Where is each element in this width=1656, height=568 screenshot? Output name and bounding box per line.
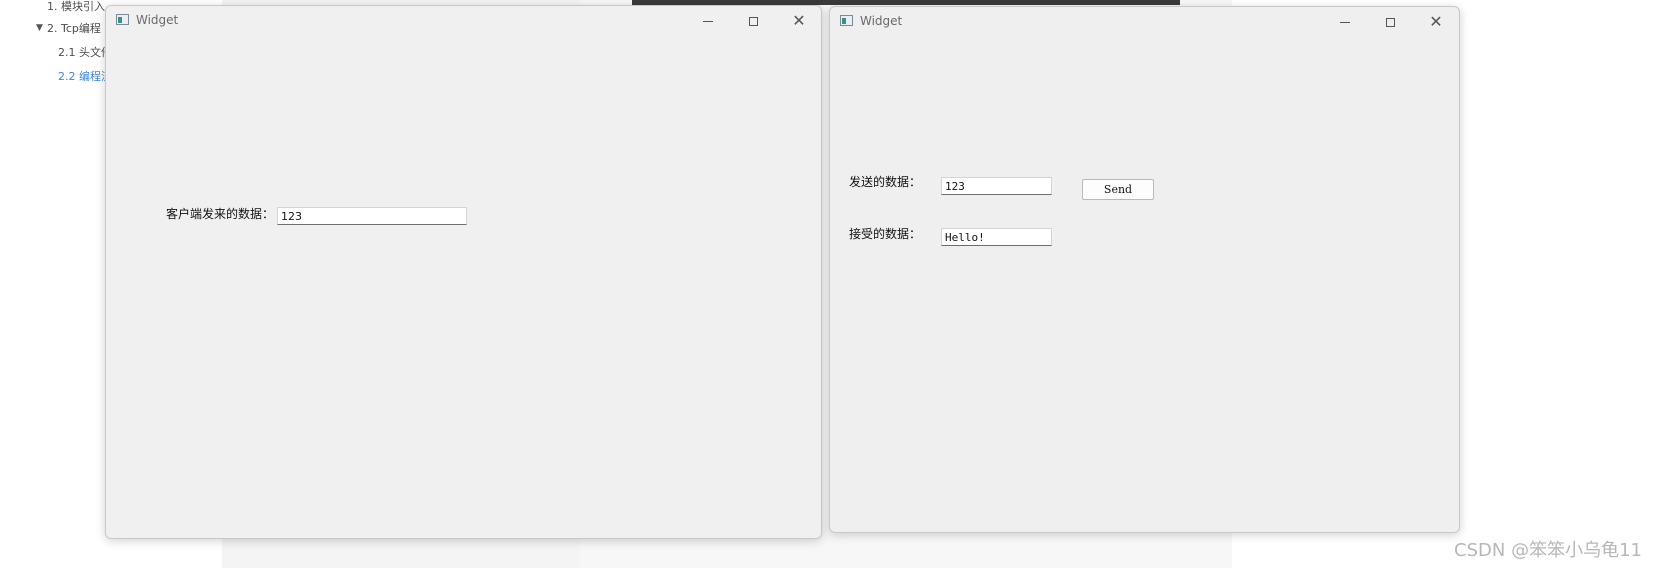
app-icon: [840, 15, 853, 26]
close-button[interactable]: ✕: [1416, 10, 1456, 34]
send-data-field[interactable]: 123: [941, 177, 1052, 195]
minimize-button[interactable]: [688, 9, 728, 33]
caret-down-icon[interactable]: ▼: [36, 23, 43, 33]
send-data-label: 发送的数据：: [849, 175, 922, 189]
minimize-button[interactable]: [1325, 10, 1365, 34]
maximize-button[interactable]: [733, 9, 773, 33]
maximize-button[interactable]: [1370, 10, 1410, 34]
close-icon: ✕: [792, 11, 806, 30]
server-window: Widget ✕ 客户端发来的数据： 123: [105, 5, 822, 539]
titlebar[interactable]: Widget ✕: [106, 6, 821, 36]
app-icon: [116, 14, 129, 25]
client-window: Widget ✕ 发送的数据： 123 Send 接受的数据： Hello!: [829, 6, 1460, 533]
received-data-label: 客户端发来的数据：: [166, 207, 275, 221]
toc-item-module[interactable]: 1. 模块引入: [47, 0, 105, 14]
window-title: Widget: [860, 14, 903, 28]
watermark: CSDN @笨笨小乌龟11: [1454, 540, 1642, 561]
receive-data-label: 接受的数据：: [849, 227, 922, 241]
toc-item-tcp[interactable]: 2. Tcp编程: [47, 20, 101, 36]
minimize-icon: [1340, 21, 1350, 23]
titlebar[interactable]: Widget ✕: [830, 7, 1459, 37]
receive-data-field[interactable]: Hello!: [941, 228, 1052, 246]
send-button[interactable]: Send: [1082, 179, 1154, 200]
maximize-icon: [1385, 17, 1395, 27]
received-data-field[interactable]: 123: [277, 207, 467, 225]
close-icon: ✕: [1429, 12, 1443, 31]
window-title: Widget: [136, 13, 179, 27]
close-button[interactable]: ✕: [779, 9, 819, 33]
toc-item-flow[interactable]: 2.2 编程流: [58, 68, 112, 84]
minimize-icon: [703, 20, 713, 22]
toc-item-header[interactable]: 2.1 头文件: [58, 44, 112, 60]
maximize-icon: [748, 16, 758, 26]
